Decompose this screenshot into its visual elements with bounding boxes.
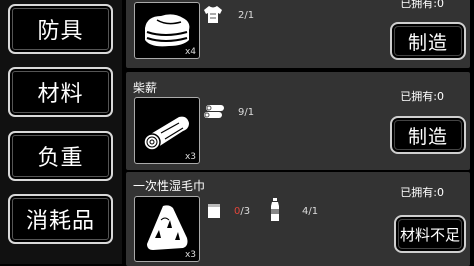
owned-count: 已拥有:0 — [400, 0, 444, 10]
shirt-icon — [204, 6, 222, 23]
category-weight-button[interactable]: 负重 — [8, 131, 113, 181]
owned-count: 已拥有:0 — [400, 186, 444, 199]
material-need: /3 — [240, 206, 251, 217]
recipe-card: 柴薪 已拥有:0 x3 9/1 制造 — [126, 72, 470, 170]
category-sidebar: 防具 材料 负重 消耗品 — [0, 0, 122, 264]
recipe-thumbnail: x4 — [134, 2, 200, 59]
insufficient-materials-label: 材料不足 — [399, 225, 460, 244]
recipe-name: 一次性湿毛巾 — [133, 179, 206, 193]
category-weight-label: 负重 — [37, 146, 84, 171]
recipe-thumbnail: x3 — [134, 97, 200, 164]
recipe-list[interactable]: 已拥有:0 x4 2/1 制造 柴薪 已拥有:0 x3 9/1 制造 一次性湿毛… — [122, 0, 474, 266]
towel-icon — [208, 204, 220, 218]
craft-button[interactable]: 制造 — [390, 116, 466, 154]
owned-count: 已拥有:0 — [400, 90, 444, 103]
recipe-card: 已拥有:0 x4 2/1 制造 — [126, 0, 470, 68]
craft-button-label: 制造 — [407, 31, 448, 54]
yield-quantity: x3 — [184, 250, 196, 260]
category-consumables-label: 消耗品 — [25, 209, 95, 234]
craft-button-label: 制造 — [407, 125, 448, 148]
wood-logs-icon — [204, 105, 224, 118]
category-materials-label: 材料 — [37, 82, 84, 107]
material-count: 2/1 — [238, 10, 255, 21]
material-count: 4/1 — [302, 206, 319, 217]
recipe-name: 柴薪 — [133, 81, 158, 95]
material-count: 0/3 — [234, 206, 250, 217]
category-materials-button[interactable]: 材料 — [8, 67, 113, 117]
recipe-card: 一次性湿毛巾 已拥有:0 x3 0/3 4/1 材料不足 — [126, 172, 470, 266]
water-bottle-icon — [271, 198, 279, 221]
category-armor-label: 防具 — [37, 19, 84, 44]
category-consumables-button[interactable]: 消耗品 — [8, 194, 113, 244]
category-armor-button[interactable]: 防具 — [8, 4, 113, 54]
material-count: 9/1 — [238, 107, 255, 118]
craft-button[interactable]: 制造 — [390, 22, 466, 60]
wet-towel-icon — [147, 205, 188, 250]
log-icon — [143, 116, 189, 151]
yield-quantity: x4 — [184, 47, 196, 57]
yield-quantity: x3 — [184, 152, 196, 162]
recipe-thumbnail: x3 — [134, 196, 200, 262]
insufficient-materials-button[interactable]: 材料不足 — [394, 215, 466, 253]
